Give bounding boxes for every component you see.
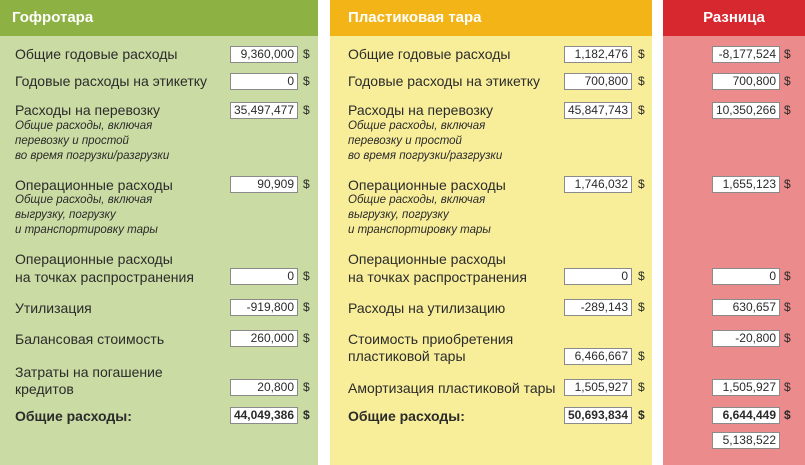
currency-symbol: $ [303, 74, 310, 88]
corrugated-annual-total-label: Общие годовые расходы [15, 46, 178, 62]
corrugated-label-cost-field[interactable]: 0 [230, 73, 298, 90]
currency-symbol: $ [784, 380, 791, 394]
currency-symbol: $ [303, 47, 310, 61]
currency-symbol: $ [303, 300, 310, 314]
plastic-operational-label: Операционные расходы [348, 177, 506, 193]
currency-symbol: $ [784, 331, 791, 345]
currency-symbol: $ [303, 331, 310, 345]
plastic-annual-total-field[interactable]: 1,182,476 [564, 46, 632, 63]
corrugated-loan-label: Затраты на погашение [15, 364, 163, 380]
currency-symbol: $ [638, 380, 645, 394]
currency-symbol: $ [784, 47, 791, 61]
difference-distribution-field[interactable]: 0 [712, 268, 780, 285]
plastic-label-cost-label: Годовые расходы на этикетку [348, 73, 541, 89]
plastic-acquisition-label: пластиковой тары [348, 348, 466, 364]
corrugated-total-label: Общие расходы: [15, 408, 132, 424]
corrugated-operational-label: Операционные расходы [15, 177, 173, 193]
currency-symbol: $ [784, 103, 791, 117]
currency-symbol: $ [303, 177, 310, 191]
difference-operational-field[interactable]: 1,655,123 [712, 176, 780, 193]
corrugated-book-value-label: Балансовая стоимость [15, 331, 165, 347]
difference-extra-field[interactable]: 5,138,522 [712, 432, 780, 449]
plastic-panel: Пластиковая тара Общие годовые расходы 1… [330, 0, 652, 465]
corrugated-panel: Гофротара Общие годовые расходы 9,360,00… [0, 0, 318, 465]
difference-annual-total-field[interactable]: -8,177,524 [712, 46, 780, 63]
plastic-amortization-label: Амортизация пластиковой тары [348, 380, 556, 396]
corrugated-loan-field[interactable]: 20,800 [230, 379, 298, 396]
plastic-disposal-label: Расходы на утилизацию [348, 300, 506, 316]
corrugated-disposal-field[interactable]: -919,800 [230, 299, 298, 316]
plastic-acquisition-label: Стоимость приобретения [348, 331, 514, 347]
plastic-disposal-field[interactable]: -289,143 [564, 299, 632, 316]
plastic-operational-field[interactable]: 1,746,032 [564, 176, 632, 193]
corrugated-total-field[interactable]: 44,049,386 [230, 407, 298, 424]
currency-symbol: $ [784, 300, 791, 314]
plastic-annual-total-label: Общие годовые расходы [348, 46, 511, 62]
corrugated-operational-note: выгрузку, погрузку [15, 209, 116, 221]
plastic-operational-note: Общие расходы, включая [348, 194, 486, 206]
plastic-distribution-field[interactable]: 0 [564, 268, 632, 285]
plastic-amortization-field[interactable]: 1,505,927 [564, 379, 632, 396]
currency-symbol: $ [784, 269, 791, 283]
currency-symbol: $ [638, 103, 645, 117]
plastic-header: Пластиковая тара [330, 0, 652, 36]
currency-symbol: $ [303, 269, 310, 283]
plastic-transport-note: во время погрузки/разгрузки [348, 150, 503, 162]
corrugated-operational-note: и транспортировку тары [15, 224, 158, 236]
corrugated-transport-note: во время погрузки/разгрузки [15, 150, 170, 162]
currency-symbol: $ [638, 74, 645, 88]
currency-symbol: $ [303, 408, 310, 422]
corrugated-header: Гофротара [0, 0, 318, 36]
difference-transport-field[interactable]: 10,350,266 [712, 102, 780, 119]
currency-symbol: $ [638, 47, 645, 61]
corrugated-transport-label: Расходы на перевозку [15, 102, 161, 118]
difference-total-field[interactable]: 6,644,449 [712, 407, 780, 424]
currency-symbol: $ [638, 269, 645, 283]
difference-header: Разница [663, 0, 805, 36]
plastic-operational-note: и транспортировку тары [348, 224, 491, 236]
plastic-acquisition-field[interactable]: 6,466,667 [564, 348, 632, 365]
plastic-distribution-label: Операционные расходы [348, 251, 506, 267]
currency-symbol: $ [303, 103, 310, 117]
plastic-operational-note: выгрузку, погрузку [348, 209, 449, 221]
currency-symbol: $ [784, 177, 791, 191]
currency-symbol: $ [638, 300, 645, 314]
currency-symbol: $ [303, 380, 310, 394]
plastic-transport-field[interactable]: 45,847,743 [564, 102, 632, 119]
corrugated-label-cost-label: Годовые расходы на этикетку [15, 73, 208, 89]
difference-panel: Разница -8,177,524 $ 700,800 $ 10,350,26… [663, 0, 805, 465]
corrugated-transport-note: Общие расходы, включая [15, 120, 153, 132]
currency-symbol: $ [638, 408, 645, 422]
plastic-distribution-label: на точках распространения [348, 269, 527, 285]
corrugated-operational-field[interactable]: 90,909 [230, 176, 298, 193]
plastic-total-field[interactable]: 50,693,834 [564, 407, 632, 424]
corrugated-disposal-label: Утилизация [15, 300, 92, 316]
currency-symbol: $ [638, 177, 645, 191]
plastic-label-cost-field[interactable]: 700,800 [564, 73, 632, 90]
difference-disposal-field[interactable]: 630,657 [712, 299, 780, 316]
corrugated-transport-note: перевозку и простой [15, 135, 129, 147]
currency-symbol: $ [638, 349, 645, 363]
corrugated-operational-note: Общие расходы, включая [15, 194, 153, 206]
plastic-total-label: Общие расходы: [348, 408, 465, 424]
currency-symbol: $ [784, 74, 791, 88]
corrugated-distribution-field[interactable]: 0 [230, 268, 298, 285]
corrugated-book-value-field[interactable]: 260,000 [230, 330, 298, 347]
difference-label-cost-field[interactable]: 700,800 [712, 73, 780, 90]
difference-acquisition-field[interactable]: -20,800 [712, 330, 780, 347]
corrugated-distribution-label: на точках распространения [15, 269, 194, 285]
currency-symbol: $ [784, 408, 791, 422]
difference-amortization-field[interactable]: 1,505,927 [712, 379, 780, 396]
plastic-transport-label: Расходы на перевозку [348, 102, 494, 118]
corrugated-distribution-label: Операционные расходы [15, 251, 173, 267]
corrugated-transport-field[interactable]: 35,497,477 [230, 102, 298, 119]
corrugated-annual-total-field[interactable]: 9,360,000 [230, 46, 298, 63]
plastic-transport-note: перевозку и простой [348, 135, 462, 147]
corrugated-loan-label: кредитов [15, 381, 74, 397]
plastic-transport-note: Общие расходы, включая [348, 120, 486, 132]
